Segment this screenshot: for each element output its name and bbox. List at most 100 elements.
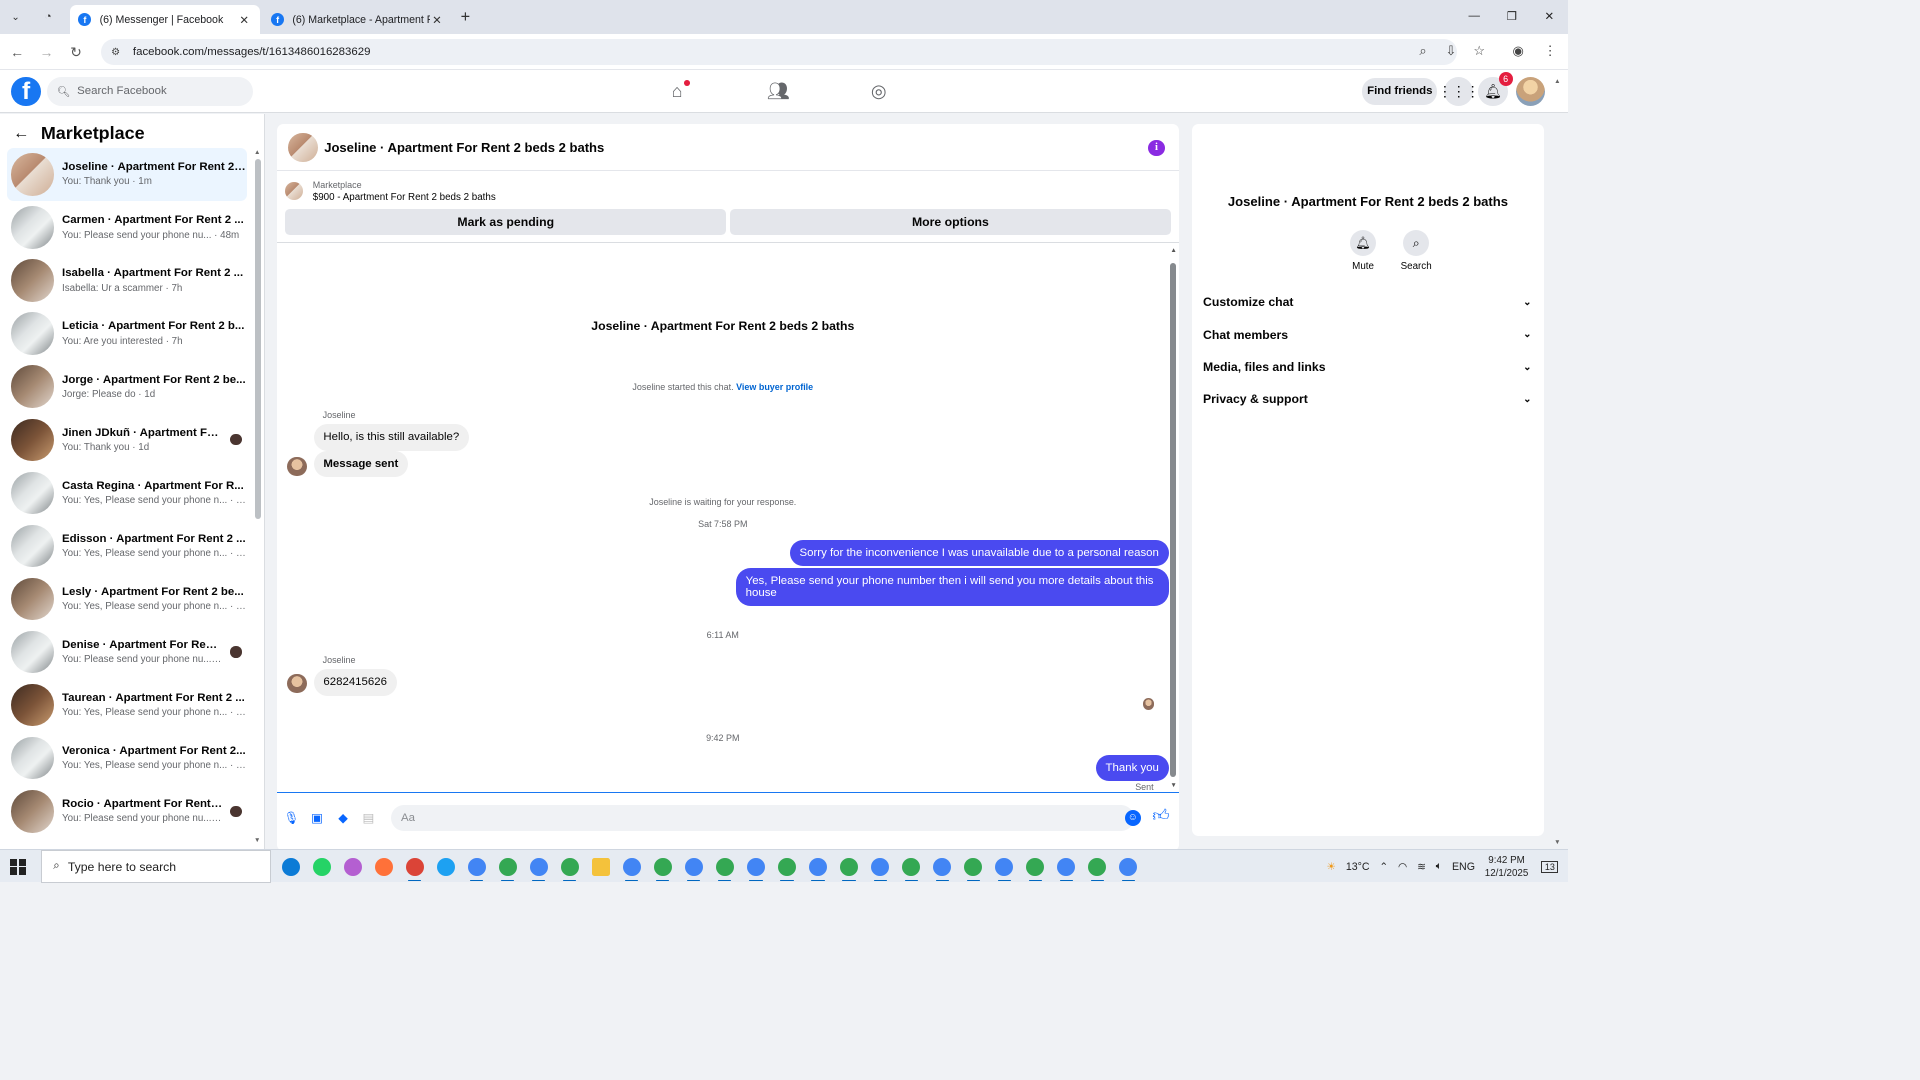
sticker-icon[interactable]: ◆: [333, 808, 353, 828]
list-item[interactable]: Veronica · Apartment For Rent 2... You: Y…: [7, 732, 247, 785]
friends-icon[interactable]: 👥︎: [767, 80, 790, 103]
snipping-tool-icon[interactable]: [340, 855, 366, 878]
list-item[interactable]: Rocio · Apartment For Rent 2 ... You: Ple…: [7, 785, 247, 838]
more-options-button[interactable]: More options: [729, 209, 1172, 236]
search-button[interactable]: ⌕ Search: [1392, 230, 1441, 272]
temperature[interactable]: 13°C: [1346, 861, 1370, 873]
chat-members-section[interactable]: Chat members ⌄: [1203, 320, 1536, 349]
wifi-icon[interactable]: ≋: [1417, 860, 1426, 873]
language-indicator[interactable]: ENG: [1452, 861, 1475, 873]
chrome-icon[interactable]: [681, 855, 707, 882]
weather-icon[interactable]: ☀: [1327, 860, 1337, 873]
scroll-down-icon[interactable]: ▼: [1170, 782, 1176, 789]
privacy-support-section[interactable]: Privacy & support ⌄: [1203, 385, 1536, 414]
thread-scrollbar[interactable]: [1170, 262, 1177, 778]
zoom-icon[interactable]: ⌕: [1419, 43, 1426, 59]
chrome-icon[interactable]: [743, 855, 769, 882]
avatar[interactable]: [1340, 136, 1394, 190]
chrome-icon[interactable]: [619, 855, 645, 882]
message-incoming[interactable]: Message sent: [313, 450, 409, 478]
back-arrow-icon[interactable]: ←: [13, 124, 29, 143]
tab-group-icon[interactable]: ◔: [39, 8, 57, 26]
find-friends-button[interactable]: Find friends: [1362, 78, 1438, 105]
message-incoming[interactable]: 6282415626: [313, 668, 397, 696]
list-item[interactable]: Casta Regina · Apartment For R... You: Ye…: [7, 466, 247, 519]
notification-center-icon[interactable]: 13: [1541, 860, 1559, 873]
page-scrollbar[interactable]: ▲ ▼: [1554, 78, 1564, 846]
facebook-search-input[interactable]: 🔍︎ Search Facebook: [47, 76, 254, 107]
photo-icon[interactable]: ▣: [307, 808, 327, 828]
chrome-icon[interactable]: [867, 855, 893, 882]
list-item[interactable]: Taurean · Apartment For Rent 2 ... You: Y…: [7, 679, 247, 732]
info-icon[interactable]: i: [1148, 139, 1165, 156]
close-tab-icon[interactable]: ✕: [237, 13, 252, 27]
chrome-icon[interactable]: [712, 855, 738, 882]
emoji-icon[interactable]: ☺: [1124, 809, 1141, 826]
chevron-up-icon[interactable]: ⌃: [1379, 860, 1388, 873]
bookmark-star-icon[interactable]: ☆: [1473, 43, 1485, 59]
microphone-icon[interactable]: 🎙︎: [282, 808, 302, 828]
chrome-icon[interactable]: [991, 855, 1017, 882]
chrome-icon[interactable]: [1053, 855, 1079, 882]
marketplace-listing[interactable]: Marketplace $900 - Apartment For Rent 2 …: [285, 180, 496, 203]
install-app-icon[interactable]: ⇩: [1446, 43, 1457, 59]
message-outgoing[interactable]: Sorry for the inconvenience I was unavai…: [789, 539, 1169, 567]
chrome-icon[interactable]: [929, 855, 955, 882]
gif-icon[interactable]: ▤: [359, 808, 379, 828]
list-item[interactable]: Jinen JDkuñ · Apartment For ... You: Than…: [7, 413, 247, 466]
scroll-up-icon[interactable]: ▲: [254, 149, 260, 156]
avatar[interactable]: [288, 132, 318, 162]
close-window-icon[interactable]: ✕: [1531, 0, 1569, 33]
chrome-icon[interactable]: [557, 855, 583, 882]
firefox-icon[interactable]: [371, 855, 397, 878]
chrome-icon[interactable]: [960, 855, 986, 882]
like-icon[interactable]: 👍︎: [1152, 807, 1169, 826]
back-icon[interactable]: ←: [8, 43, 26, 61]
media-files-links-section[interactable]: Media, files and links ⌄: [1203, 353, 1536, 382]
new-tab-icon[interactable]: +: [461, 8, 471, 27]
chrome-icon[interactable]: [402, 855, 428, 882]
volume-icon[interactable]: 🔈︎: [1436, 860, 1442, 873]
message-outgoing[interactable]: Yes, Please send your phone number then …: [735, 567, 1169, 607]
whatsapp-icon[interactable]: [309, 855, 335, 878]
mark-as-pending-button[interactable]: Mark as pending: [285, 209, 727, 236]
taskbar-search-input[interactable]: ⌕ Type here to search: [40, 850, 272, 884]
app-icon[interactable]: [433, 855, 459, 878]
chrome-icon[interactable]: [1115, 855, 1141, 882]
windows-start-icon[interactable]: [9, 858, 27, 875]
list-item[interactable]: Joseline · Apartment For Rent 2 ... You: …: [6, 147, 247, 201]
groups-icon[interactable]: ◎: [867, 80, 890, 103]
scroll-up-icon[interactable]: ▲: [1554, 78, 1560, 85]
scroll-down-icon[interactable]: ▼: [254, 837, 260, 844]
home-icon[interactable]: ⌂: [666, 80, 691, 103]
forward-icon[interactable]: →: [38, 43, 56, 61]
scroll-down-icon[interactable]: ▼: [1554, 839, 1560, 846]
list-item[interactable]: Lesly · Apartment For Rent 2 be... You: Y…: [7, 572, 247, 625]
customize-chat-section[interactable]: Customize chat ⌄: [1203, 287, 1536, 316]
chrome-icon[interactable]: [1022, 855, 1048, 882]
list-item[interactable]: Edisson · Apartment For Rent 2 ... You: Y…: [7, 519, 247, 572]
file-explorer-icon[interactable]: [588, 855, 614, 878]
edge-icon[interactable]: [278, 855, 304, 878]
chat-title[interactable]: Joseline · Apartment For Rent 2 beds 2 b…: [324, 140, 604, 155]
chrome-icon[interactable]: [836, 855, 862, 882]
scroll-up-icon[interactable]: ▲: [1170, 247, 1176, 254]
browser-menu-icon[interactable]: ⋮: [1544, 43, 1557, 59]
url-field[interactable]: ⚙ facebook.com/messages/t/16134860162836…: [101, 39, 1457, 66]
close-tab-icon[interactable]: ✕: [430, 13, 445, 27]
restore-icon[interactable]: ❐: [1493, 0, 1531, 33]
list-item[interactable]: Leticia · Apartment For Rent 2 b... You: …: [7, 307, 247, 360]
tab-messenger[interactable]: f (6) Messenger | Facebook ✕: [70, 4, 260, 35]
profile-icon[interactable]: ◉: [1513, 43, 1524, 59]
view-buyer-profile-link[interactable]: View buyer profile: [736, 382, 813, 392]
tab-marketplace[interactable]: f (6) Marketplace - Apartment Fo ✕: [263, 5, 452, 34]
tab-search-chevron-icon[interactable]: ⌄: [7, 8, 25, 26]
list-item[interactable]: Carmen · Apartment For Rent 2 ... You: Pl…: [7, 201, 247, 254]
reload-icon[interactable]: ↻: [67, 43, 85, 61]
chrome-icon[interactable]: [898, 855, 924, 882]
sidebar-scrollbar[interactable]: [254, 159, 261, 519]
chrome-icon[interactable]: [495, 855, 521, 882]
facebook-logo-icon[interactable]: f: [11, 76, 41, 107]
list-item[interactable]: Isabella · Apartment For Rent 2 ... Isabe…: [7, 254, 247, 307]
list-item[interactable]: Denise · Apartment For Rent ... You: Plea…: [7, 626, 247, 679]
